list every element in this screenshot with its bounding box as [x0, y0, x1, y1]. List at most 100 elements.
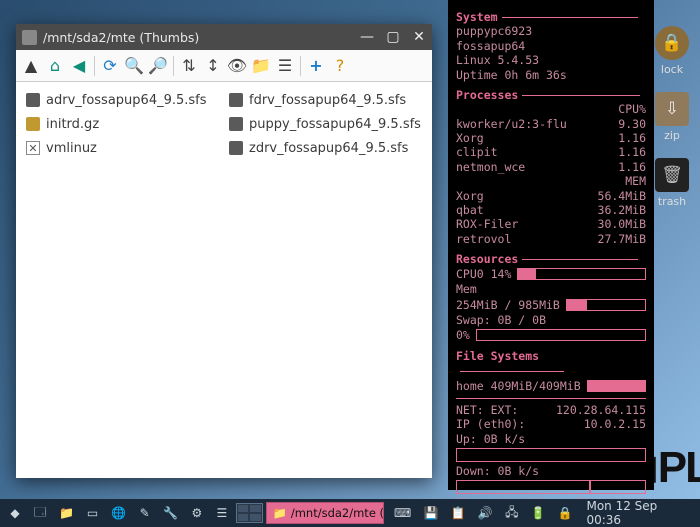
file-name: vmlinuz — [46, 141, 97, 156]
taskbar-task-active[interactable]: 📁 /mnt/sda2/mte (T 100 — [266, 502, 384, 524]
ip-row: IP (eth0):10.0.2.15 — [456, 417, 646, 431]
taskbar-clock[interactable]: Mon 12 Sep 00:36 — [580, 499, 696, 527]
tray-battery-icon[interactable]: 🔋 — [526, 502, 550, 524]
conky-separator — [456, 398, 646, 399]
distro: fossapup64 — [456, 39, 646, 53]
file-name: zdrv_fossapup64_9.5.sfs — [249, 141, 408, 156]
help-icon[interactable]: ? — [329, 55, 351, 77]
desktop-icon-label: lock — [652, 63, 692, 76]
file-item[interactable]: puppy_fossapup64_9.5.sfs — [229, 114, 422, 134]
window-close-button[interactable]: ✕ — [406, 24, 432, 50]
process-row: kworker/u2:3-flu9.30 — [456, 117, 646, 131]
browser-icon[interactable]: 🌐 — [107, 502, 131, 524]
file-grid: adrv_fossapup64_9.5.sfs fdrv_fossapup64_9… — [26, 90, 422, 158]
toolbar-separator — [173, 56, 174, 76]
swap-text: Swap: 0B / 0B — [456, 313, 646, 327]
list-icon[interactable]: ☰ — [274, 55, 296, 77]
swap-bar — [476, 329, 646, 341]
desktop-icons-column: 🔒 lock ⇩ zip 🗑 trash — [652, 26, 692, 224]
swap-row: 0% — [456, 327, 646, 343]
cpu0-row: CPU0 14% — [456, 266, 646, 282]
tray-drive-icon[interactable]: 💾 — [419, 502, 443, 524]
terminal-icon[interactable]: ▭ — [82, 502, 104, 524]
desktop-icon-zip[interactable]: ⇩ zip — [652, 92, 692, 148]
desktop-icon-label: zip — [652, 129, 692, 142]
fs-home-bar — [587, 380, 646, 392]
tool1-icon[interactable]: 🔧 — [159, 502, 183, 524]
file-item[interactable]: initrd.gz — [26, 114, 219, 134]
mem-label: Mem — [456, 282, 646, 296]
process-row: clipit1.16 — [456, 145, 646, 159]
lock-icon: 🔒 — [655, 26, 689, 60]
archive-icon: ⇩ — [655, 92, 689, 126]
show-desktop-icon[interactable]: 🗔 — [29, 502, 51, 524]
sort-icon[interactable]: ⇅ — [178, 55, 200, 77]
select-icon[interactable]: ↕ — [202, 55, 224, 77]
eye-icon[interactable]: 👁 — [226, 55, 248, 77]
window-title: /mnt/sda2/mte (Thumbs) — [43, 30, 199, 45]
file-manager-body[interactable]: adrv_fossapup64_9.5.sfs fdrv_fossapup64_9… — [16, 82, 432, 478]
menu-button[interactable]: ◆ — [4, 502, 26, 524]
process-row: ROX-Filer30.0MiB — [456, 217, 646, 231]
tool3-icon[interactable]: ☰ — [211, 502, 233, 524]
file-item[interactable]: zdrv_fossapup64_9.5.sfs — [229, 138, 422, 158]
hostname: puppypc6923 — [456, 24, 646, 38]
file-name: fdrv_fossapup64_9.5.sfs — [249, 93, 406, 108]
window-maximize-button[interactable]: ▢ — [380, 24, 406, 50]
taskbar: ◆ 🗔 📁 ▭ 🌐 ✎ 🔧 ⚙ ☰ 📁 /mnt/sda2/mte (T 100… — [0, 499, 700, 527]
proc-header-mem: MEM — [456, 174, 646, 188]
window-minimize-button[interactable]: — — [354, 24, 380, 50]
kernel: Linux 5.4.53 — [456, 53, 646, 67]
file-name: puppy_fossapup64_9.5.sfs — [249, 117, 421, 132]
process-row: netmon_wce1.16 — [456, 160, 646, 174]
zoom-out-icon[interactable]: 🔍 — [123, 55, 145, 77]
tray-lock-icon[interactable]: 🔒 — [553, 502, 577, 524]
desktop-icon-lock[interactable]: 🔒 lock — [652, 26, 692, 82]
editor-icon[interactable]: ✎ — [134, 502, 156, 524]
file-item[interactable]: vmlinuz — [26, 138, 219, 158]
section-resources: Resources — [456, 252, 646, 266]
file-item[interactable]: adrv_fossapup64_9.5.sfs — [26, 90, 219, 110]
trash-icon: 🗑 — [655, 158, 689, 192]
file-manager-window: /mnt/sda2/mte (Thumbs) — ▢ ✕ ▲ ⌂ ◀ ⟳ 🔍 🔎… — [16, 24, 432, 478]
cpu0-label: CPU0 14% — [456, 267, 511, 281]
tray-network-icon[interactable]: 🖧 — [500, 502, 523, 524]
refresh-icon[interactable]: ⟳ — [99, 55, 121, 77]
net-ext-row: NET: EXT:120.28.64.115 — [456, 403, 646, 417]
fs-home-text: home 409MiB/409MiB — [456, 379, 581, 393]
file-item[interactable]: fdrv_fossapup64_9.5.sfs — [229, 90, 422, 110]
sfs-file-icon — [229, 93, 243, 107]
workspace-pager[interactable] — [236, 503, 263, 523]
taskbar-task-label: /mnt/sda2/mte (T — [291, 506, 384, 520]
back-icon[interactable]: ◀ — [68, 55, 90, 77]
home-icon[interactable]: ⌂ — [44, 55, 66, 77]
tray-clipboard-icon[interactable]: 📋 — [446, 502, 470, 524]
process-row: qbat36.2MiB — [456, 203, 646, 217]
section-system: System — [456, 10, 646, 24]
window-titlebar[interactable]: /mnt/sda2/mte (Thumbs) — ▢ ✕ — [16, 24, 432, 50]
mem-bar — [566, 299, 646, 311]
up-icon[interactable]: ▲ — [20, 55, 42, 77]
folder-icon[interactable]: 📁 — [250, 55, 272, 77]
add-icon[interactable]: + — [305, 55, 327, 77]
process-row: retrovol27.7MiB — [456, 232, 646, 246]
tray-keyboard-icon[interactable]: ⌨ — [390, 502, 416, 524]
task-folder-icon: 📁 — [273, 506, 287, 520]
places-icon[interactable]: 📁 — [54, 502, 78, 524]
tool2-icon[interactable]: ⚙ — [186, 502, 208, 524]
process-row: Xorg1.16 — [456, 131, 646, 145]
file-name: adrv_fossapup64_9.5.sfs — [46, 93, 207, 108]
toolbar-separator — [94, 56, 95, 76]
process-row: Xorg56.4MiB — [456, 189, 646, 203]
gz-file-icon — [26, 117, 40, 131]
net-down-label: Down: 0B k/s — [456, 464, 646, 478]
zoom-in-icon[interactable]: 🔎 — [147, 55, 169, 77]
tray-volume-icon[interactable]: 🔊 — [473, 502, 497, 524]
section-processes: Processes — [456, 88, 646, 102]
desktop-icon-trash[interactable]: 🗑 trash — [652, 158, 692, 214]
bin-file-icon — [26, 141, 40, 155]
net-up-label: Up: 0B k/s — [456, 432, 646, 446]
section-filesystems: File Systems — [456, 349, 646, 378]
swap-pct-label: 0% — [456, 328, 470, 342]
net-down-graph — [456, 480, 646, 494]
